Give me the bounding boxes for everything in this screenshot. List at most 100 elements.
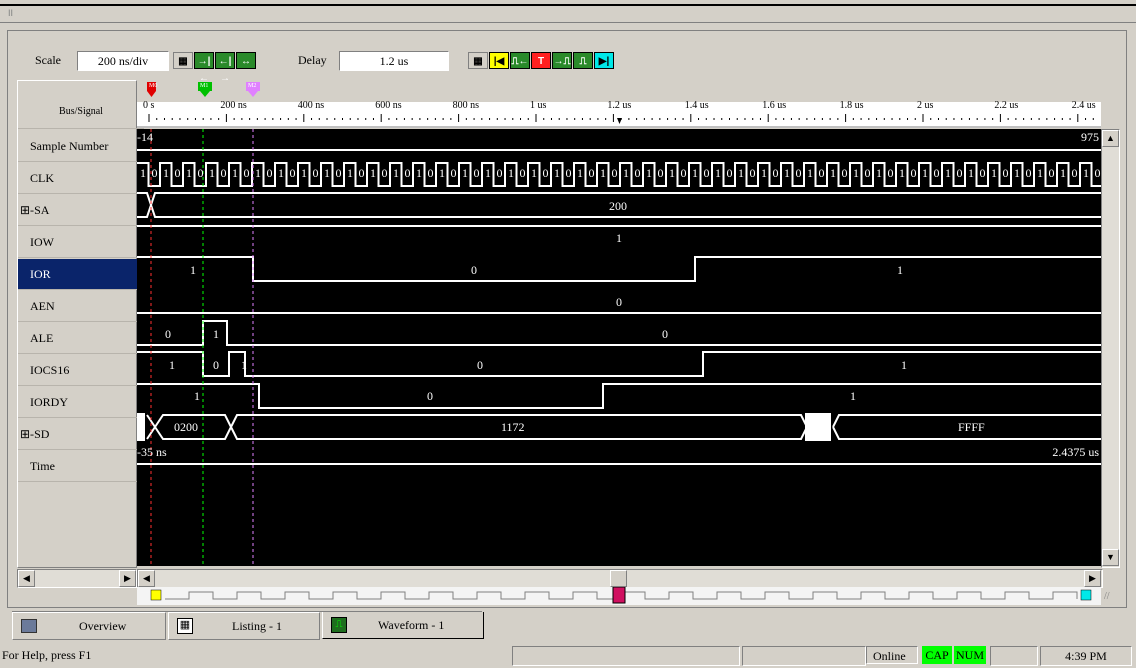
signal-label: IORDY [30,395,68,409]
clk-value-label: 0 [496,166,503,180]
zoom-fit-icon[interactable]: ↔ [236,52,256,69]
clk-value-label: 1 [1060,166,1066,180]
signal-iocs16[interactable]: IOCS16 [18,355,144,386]
marker-m0-label: M0 [149,83,158,89]
clk-value-label: 1 [669,166,675,180]
signal-ale[interactable]: ALE [18,323,144,354]
clk-value-label: 0 [565,166,572,180]
clk-value-label: 0 [864,166,871,180]
ale-waveform [137,320,1101,346]
signal-list-hscroll[interactable]: ◀ ▶ [17,569,137,588]
sample-end-label: 975 [1081,130,1099,144]
waveform-icon: ⎍ [331,617,347,633]
ior-value-0: 1 [190,263,196,277]
clk-value-label: 0 [588,166,595,180]
next-edge-icon[interactable]: →⎍ [552,52,572,69]
ruler-tick-label: 2.2 us [994,100,1019,111]
clk-value-label: 1 [209,166,215,180]
signal-sd[interactable]: ⊞-SD [18,419,144,450]
hscroll-thumb[interactable] [610,570,627,587]
scroll-left-icon[interactable]: ◀ [18,570,35,587]
clk-value-label: 0 [634,166,641,180]
clk-value-label: 0 [611,166,618,180]
clk-value-label: 0 [795,166,802,180]
scale-label: Scale [35,53,61,67]
scroll-right-icon[interactable]: ▶ [119,570,136,587]
overview-end-icon [1080,589,1092,601]
scroll-down-icon[interactable]: ▼ [1102,549,1119,566]
iordy-value-2: 1 [850,389,856,403]
status-pane-1 [512,646,740,666]
ior-value-2: 1 [897,263,903,277]
iow-value: 1 [616,231,622,245]
clk-value-label: 0 [1002,166,1009,180]
resize-grip-icon[interactable]: // [1104,591,1110,602]
ruler-tick-label: 800 ns [452,100,479,111]
clk-value-label: 1 [370,166,376,180]
signal-time[interactable]: Time [18,451,144,482]
clk-value-label: 1 [554,166,560,180]
expand-icon[interactable]: ⊞- [20,203,34,217]
scroll-up-icon[interactable]: ▲ [1102,130,1119,147]
prev-edge-icon[interactable]: ⎍← [510,52,530,69]
sd-transition-block [805,413,831,441]
grid2-icon[interactable]: ▦ [468,52,488,69]
clk-value-label: 1 [738,166,744,180]
zoom-in-icon[interactable]: →|← [194,52,214,84]
ruler-tick-label: 1.6 us [762,100,787,111]
time-ruler[interactable]: M0 M1 M2 0 s 200 ns 400 ns 600 ns 800 ns 1 us… [137,80,1101,128]
go-start-icon[interactable]: |◀ [489,52,509,69]
tab-listing[interactable]: ▦ Listing - 1 [168,612,320,640]
signal-aen[interactable]: AEN [18,291,144,322]
tab-waveform[interactable]: ⎍ Waveform - 1 [322,612,484,639]
ruler-tick-label: 1.2 us [607,100,632,111]
clk-value-label: 1 [531,166,537,180]
signal-list: Bus/Signal Sample Number CLK ⊞-SA IOW IO… [17,80,144,568]
clk-value-label: 1 [485,166,491,180]
clk-value-label: 1 [646,166,652,180]
sd-unknown-block [137,413,145,441]
overview-svg [150,587,1092,604]
tab-overview[interactable]: Overview [12,612,166,640]
ior-value-1: 0 [471,263,477,277]
clk-value-label: 0 [312,166,319,180]
ruler-tick-label: 200 ns [220,100,247,111]
clk-value-label: 1 [439,166,445,180]
ruler-tick-label: 400 ns [297,100,325,111]
zoom-out-icon[interactable]: ←|→ [215,52,235,84]
signal-sa[interactable]: ⊞-SA [18,195,144,226]
signal-iordy[interactable]: IORDY [18,387,144,418]
ale-value-2: 0 [662,327,668,341]
signal-label: AEN [30,299,55,313]
clk-value-label: 0 [657,166,664,180]
signal-label: ALE [30,331,54,345]
signal-sample-number[interactable]: Sample Number [18,131,144,162]
delay-field[interactable]: 1.2 us [339,51,449,71]
clk-value-label: 0 [243,166,250,180]
signal-label: IOR [30,267,51,281]
ruler-tick-label: 1.8 us [839,100,864,111]
waveform-area[interactable]: 1010101010101010101010101010101010101010… [137,129,1101,566]
clk-value-label: 1 [784,166,790,180]
hscroll-right-icon[interactable]: ▶ [1084,570,1101,587]
clk-value-label: 1 [577,166,583,180]
signal-clk[interactable]: CLK [18,163,144,194]
pulse-icon[interactable]: ⎍ [573,52,593,69]
go-end-icon[interactable]: ▶| [594,52,614,69]
clk-value-label: 0 [151,166,158,180]
signal-iow[interactable]: IOW [18,227,144,258]
iordy-value-1: 0 [427,389,433,403]
hscroll-left-icon[interactable]: ◀ [138,570,155,587]
signal-ior[interactable]: IOR [18,259,144,290]
clk-value-label: 1 [255,166,261,180]
waveform-vscroll[interactable]: ▲ ▼ [1101,129,1120,568]
trigger-icon[interactable]: T [531,52,551,69]
clk-value-label: 1 [853,166,859,180]
tab-waveform-label: Waveform - 1 [378,618,445,632]
expand-icon[interactable]: ⊞- [20,427,34,441]
scale-field[interactable]: 200 ns/div [77,51,169,71]
overview-strip[interactable] [137,587,1101,605]
grid-icon[interactable]: ▦ [173,52,193,69]
waveform-hscroll[interactable]: ◀ ▶ [137,569,1103,588]
clk-value-label: 1 [140,166,146,180]
